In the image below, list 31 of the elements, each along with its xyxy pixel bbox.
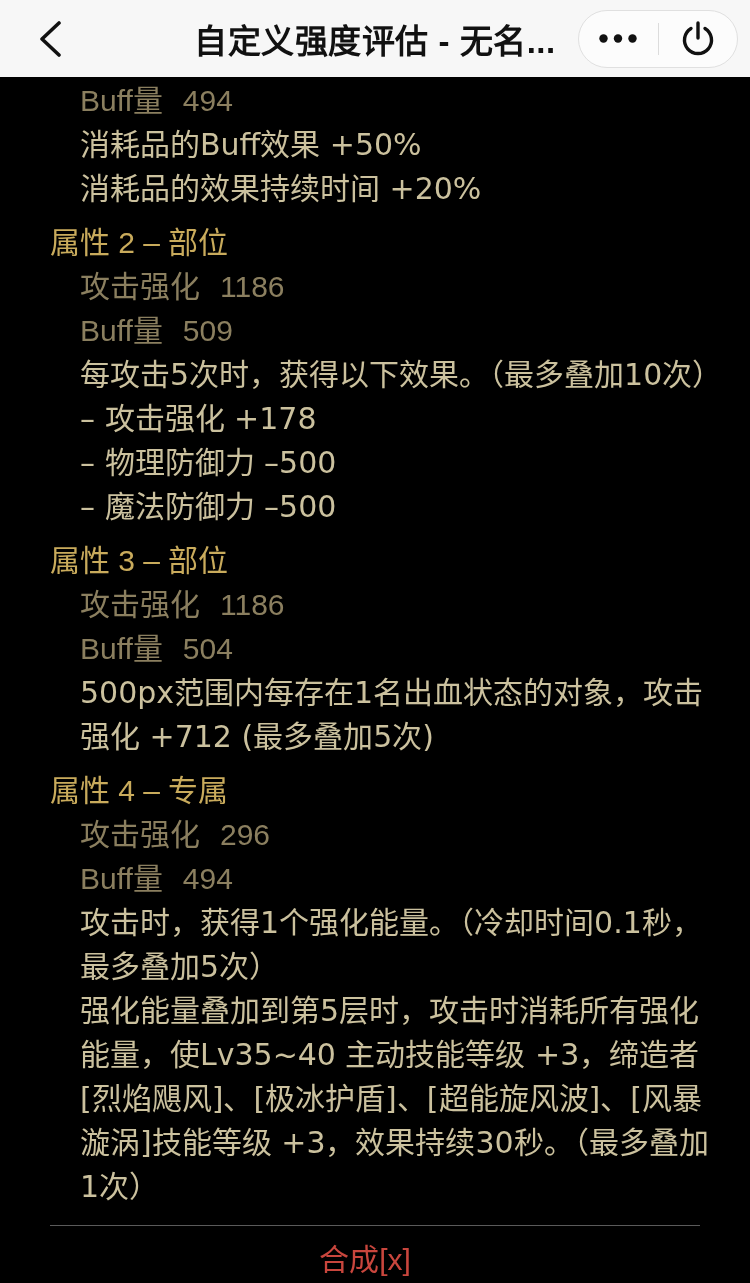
- page-title: 自定义强度评估 - 无名...: [194, 21, 556, 62]
- stat-value: 509: [182, 313, 233, 349]
- stat-label: 攻击强化: [80, 587, 200, 623]
- stat-label: Buff量: [80, 313, 163, 349]
- section-heading: 属性 4 – 专属: [50, 773, 229, 809]
- stat-label: Buff量: [80, 631, 163, 667]
- stat-value: 494: [182, 83, 233, 119]
- section-heading: 属性 2 – 部位: [50, 225, 229, 261]
- effect-text: 消耗品的Buff效果 +50%: [80, 126, 422, 164]
- back-chevron-icon: [38, 20, 62, 57]
- more-icon: [599, 34, 638, 43]
- synthesize-link[interactable]: 合成[x]: [319, 1240, 411, 1280]
- stat-value: 494: [182, 861, 233, 897]
- stat-label: 攻击强化: [80, 269, 200, 305]
- stat-label: Buff量: [80, 861, 163, 897]
- effect-text: – 魔法防御力 –500: [80, 488, 337, 526]
- effect-text: 500px范围内每存在1名出血状态的对象，攻击强化 +712 (最多叠加5次): [80, 674, 705, 756]
- effect-text: 强化能量叠加到第5层时，攻击时消耗所有强化能量，使Lv35~40 主动技能等级 +3，缔造者[烈焰飓风]、[极冰护盾]、[超能旋风波]、[风暴漩涡]技能等级 +3，效果持续30秒。（最多叠加1次）: [80, 992, 710, 1206]
- effect-text: 攻击时，获得1个强化能量。（冷却时间0.1秒，最多叠加5次）: [80, 904, 703, 986]
- stat-value: 296: [220, 817, 271, 853]
- stat-label: Buff量: [80, 83, 163, 119]
- power-icon: [680, 21, 715, 56]
- stat-value: 1186: [220, 269, 285, 305]
- stat-label: 攻击强化: [80, 817, 200, 853]
- effect-text: 消耗品的效果持续时间 +20%: [80, 170, 482, 208]
- stat-value: 1186: [220, 587, 285, 623]
- stat-value: 504: [182, 631, 233, 667]
- effect-text: – 攻击强化 +178: [80, 400, 317, 438]
- section-heading: 属性 3 – 部位: [50, 543, 229, 579]
- effect-text: 每攻击5次时，获得以下效果。（最多叠加10次）: [80, 356, 723, 394]
- effect-text: – 物理防御力 –500: [80, 444, 337, 482]
